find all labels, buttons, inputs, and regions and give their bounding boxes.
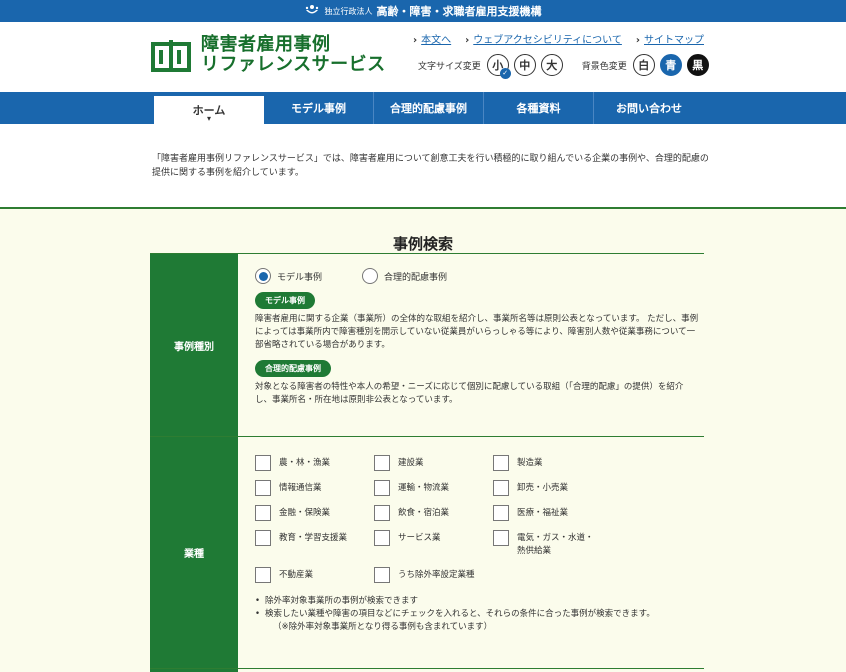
- font-size-large-button[interactable]: 大: [540, 54, 563, 76]
- search-title: 事例検索: [392, 235, 453, 253]
- row-industry: 業種 農・林・漁業 建設業 製造業 情報通信業 運輸・物流業 卸売・小売業 金融…: [150, 436, 704, 668]
- row-case-kind: 事例種別 モデル事例 合理的配慮事例 モデル事例 障害者雇用に関する企業（事業所…: [150, 253, 704, 436]
- case-kind-heading: 事例種別: [150, 254, 238, 436]
- org-logo-icon: [305, 5, 318, 14]
- industry-notes: 除外率対象事業所の事例が検索できます 検索したい業種や障害の項目などにチェックを…: [255, 595, 704, 634]
- checkbox-real-estate[interactable]: 不動産業: [255, 567, 374, 583]
- logo-line1: 障害者雇用事例: [201, 34, 331, 55]
- reasonable-badge: 合理的配慮事例: [255, 360, 331, 377]
- checkbox-box[interactable]: [374, 505, 390, 521]
- reasonable-description: 対象となる障害者の特性や本人の希望・ニーズに応じて個別に配慮している取組（「合理…: [255, 382, 684, 405]
- note-included: （※除外率対象事業所となり得る事例も含まれています）: [273, 622, 493, 632]
- org-banner: 独立行政法人 高齢・障害・求職者雇用支援機構: [0, 0, 846, 22]
- case-kind-radio-group: モデル事例 合理的配慮事例: [255, 268, 704, 284]
- global-nav: ホーム ▾ モデル事例 合理的配慮事例 各種資料 お問い合わせ: [0, 92, 846, 124]
- checkbox-box[interactable]: [374, 480, 390, 496]
- radio-reasonable[interactable]: 合理的配慮事例: [362, 268, 447, 284]
- search-form: 事例種別 モデル事例 合理的配慮事例 モデル事例 障害者雇用に関する企業（事業所…: [150, 253, 704, 672]
- font-size-small-button[interactable]: 小: [486, 54, 511, 79]
- checkbox-construction[interactable]: 建設業: [374, 455, 493, 471]
- checkbox-retail[interactable]: 卸売・小売業: [493, 480, 643, 496]
- display-settings: 文字サイズ変更 小 中 大 背景色変更 白 青 黒: [418, 54, 714, 79]
- nav-model[interactable]: モデル事例: [264, 92, 374, 124]
- site-header: 障害者雇用事例 リファレンスサービス 本文へ ウェブアクセシビリティについて サ…: [0, 22, 846, 92]
- checkbox-box[interactable]: [374, 455, 390, 471]
- checkbox-box[interactable]: [255, 480, 271, 496]
- org-name[interactable]: 高齢・障害・求職者雇用支援機構: [377, 3, 542, 19]
- bg-color-label: 背景色変更: [581, 61, 627, 72]
- book-logo-icon: [151, 40, 191, 72]
- checkbox-food-lodging[interactable]: 飲食・宿泊業: [374, 505, 493, 521]
- checkbox-service[interactable]: サービス業: [374, 530, 493, 558]
- checkbox-box[interactable]: [493, 455, 509, 471]
- chevron-down-icon: ▾: [206, 114, 211, 123]
- checkbox-box[interactable]: [255, 567, 271, 583]
- radio-model[interactable]: モデル事例: [255, 268, 322, 284]
- model-description: 障害者雇用に関する企業（事業所）の全体的な取組を紹介し、事業所名等は原則公表とな…: [255, 314, 699, 350]
- org-prefix: 独立行政法人: [324, 6, 373, 16]
- checkbox-manufacturing[interactable]: 製造業: [493, 455, 643, 471]
- checkbox-box[interactable]: [374, 567, 390, 583]
- model-badge: モデル事例: [255, 292, 315, 309]
- checkbox-finance[interactable]: 金融・保険業: [255, 505, 374, 521]
- link-accessibility[interactable]: ウェブアクセシビリティについて: [465, 31, 622, 46]
- case-search-section: 事例検索 事例種別 モデル事例 合理的配慮事例 モデル事例 障害者雇用に関する企…: [0, 209, 846, 672]
- nav-home[interactable]: ホーム ▾: [154, 96, 264, 124]
- checkbox-medical[interactable]: 医療・福祉業: [493, 505, 643, 521]
- radio-model-dot[interactable]: [255, 268, 271, 284]
- checkbox-box[interactable]: [255, 505, 271, 521]
- bg-white-button[interactable]: 白: [632, 54, 655, 76]
- nav-materials[interactable]: 各種資料: [484, 92, 594, 124]
- note-exclusion: 除外率対象事業所の事例が検索できます: [255, 595, 704, 608]
- link-sitemap[interactable]: サイトマップ: [636, 31, 704, 46]
- intro-text: 「障害者雇用事例リファレンスサービス」では、障害者雇用について創意工夫を行い積極…: [152, 154, 709, 178]
- checkbox-box[interactable]: [374, 530, 390, 546]
- checkbox-education[interactable]: 教育・学習支援業: [255, 530, 374, 558]
- bg-blue-button[interactable]: 青: [659, 54, 682, 76]
- note-search-hint: 検索したい業種や障害の項目などにチェックを入れると、それらの条件に合った事例が検…: [255, 608, 704, 621]
- checkbox-it[interactable]: 情報通信業: [255, 480, 374, 496]
- font-size-label: 文字サイズ変更: [418, 61, 481, 72]
- checkbox-exclusion-rate[interactable]: うち除外率設定業種: [374, 567, 493, 583]
- checkbox-box[interactable]: [255, 455, 271, 471]
- nav-reasonable[interactable]: 合理的配慮事例: [374, 92, 484, 124]
- site-logo[interactable]: 障害者雇用事例 リファレンスサービス: [149, 35, 386, 75]
- utility-links: 本文へ ウェブアクセシビリティについて サイトマップ: [413, 31, 704, 46]
- radio-reasonable-label: 合理的配慮事例: [384, 272, 448, 283]
- radio-reasonable-dot[interactable]: [362, 268, 379, 284]
- link-main-content[interactable]: 本文へ: [413, 31, 451, 46]
- nav-contact[interactable]: お問い合わせ: [594, 92, 704, 124]
- checkbox-box[interactable]: [493, 530, 509, 546]
- checkbox-transport[interactable]: 運輸・物流業: [374, 480, 493, 496]
- checkbox-box[interactable]: [255, 530, 271, 546]
- row-next: [150, 668, 704, 672]
- bg-black-button[interactable]: 黒: [686, 54, 709, 76]
- radio-model-label: モデル事例: [277, 272, 323, 283]
- checkbox-utilities[interactable]: 電気・ガス・水道・ 熱供給業: [493, 530, 643, 558]
- font-size-medium-button[interactable]: 中: [513, 54, 536, 76]
- checkbox-box[interactable]: [493, 480, 509, 496]
- checkbox-box[interactable]: [493, 505, 509, 521]
- industry-heading: 業種: [150, 437, 238, 668]
- logo-line2: リファレンスサービス: [201, 54, 386, 75]
- industry-checkbox-grid: 農・林・漁業 建設業 製造業 情報通信業 運輸・物流業 卸売・小売業 金融・保険…: [255, 455, 704, 583]
- checkbox-agriculture[interactable]: 農・林・漁業: [255, 455, 374, 471]
